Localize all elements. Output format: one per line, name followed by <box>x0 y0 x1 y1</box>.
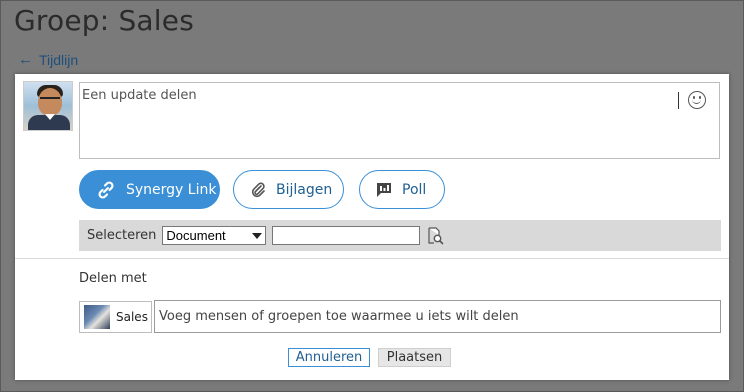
share-with-label: Delen met <box>79 271 147 286</box>
avatar-glasses <box>40 97 60 102</box>
user-avatar[interactable] <box>23 81 73 131</box>
poll-button[interactable]: Poll <box>359 170 445 209</box>
paperclip-icon <box>251 182 265 197</box>
poll-label: Poll <box>402 181 427 198</box>
synergy-link-button[interactable]: Synergy Link <box>79 170 220 209</box>
poll-icon <box>377 182 391 197</box>
share-recipients-input[interactable]: Voeg mensen of groepen toe waarmee u iet… <box>154 300 721 333</box>
share-group-chip[interactable]: Sales <box>79 301 152 333</box>
link-icon <box>98 180 114 199</box>
back-to-timeline-link[interactable]: ← Tijdlijn <box>18 51 78 68</box>
share-recipients-placeholder: Voeg mensen of groepen toe waarmee u iet… <box>159 309 519 324</box>
section-divider <box>15 258 729 259</box>
text-cursor <box>678 92 679 109</box>
back-link-label: Tijdlijn <box>39 51 79 68</box>
synergy-link-label: Synergy Link <box>126 181 217 198</box>
chevron-down-icon <box>252 232 263 239</box>
attachments-button[interactable]: Bijlagen <box>233 170 344 209</box>
share-update-dialog: Een update delen Synergy Link Bijlagen P… <box>15 74 729 380</box>
arrow-left-icon: ← <box>18 51 33 68</box>
document-search-icon[interactable] <box>426 226 444 245</box>
select-label: Selecteren <box>87 228 157 243</box>
post-button[interactable]: Plaatsen <box>378 348 451 367</box>
document-search-input[interactable] <box>272 226 421 245</box>
cancel-button[interactable]: Annuleren <box>288 348 370 367</box>
document-type-select[interactable]: Document <box>162 226 267 245</box>
group-image <box>84 305 110 329</box>
smiley-icon[interactable] <box>688 91 706 109</box>
update-textarea[interactable]: Een update delen <box>79 82 720 159</box>
page-title: Groep: Sales <box>14 4 194 37</box>
update-placeholder: Een update delen <box>82 88 197 103</box>
attachments-label: Bijlagen <box>276 181 333 198</box>
document-type-value: Document <box>166 228 226 243</box>
avatar-dropdown-icon <box>45 114 55 120</box>
avatar-face <box>38 88 62 116</box>
share-chip-label: Sales <box>116 310 148 324</box>
document-select-bar: Selecteren Document <box>79 220 721 251</box>
